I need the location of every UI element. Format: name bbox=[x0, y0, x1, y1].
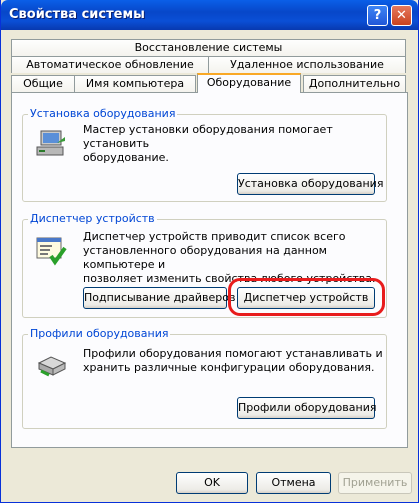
tab-row-3: Общие Имя компьютера Оборудование Дополн… bbox=[11, 73, 408, 93]
hardware-profiles-text-2: хранить различные конфигурации оборудова… bbox=[83, 361, 375, 374]
help-button[interactable]: ? bbox=[367, 5, 388, 26]
hardware-profiles-description: Профили оборудования помогают устанавлив… bbox=[83, 347, 383, 375]
system-properties-window: Свойства системы ? ✕ Восстановление сист… bbox=[0, 0, 419, 503]
group-title-hardware-wizard: Установка оборудования bbox=[28, 107, 178, 120]
device-manager-text-3: позволяет изменить свойства любого устро… bbox=[83, 272, 376, 285]
device-manager-button[interactable]: Диспетчер устройств bbox=[237, 287, 375, 309]
tab-automatic-updates[interactable]: Автоматическое обновление bbox=[11, 56, 209, 73]
ok-button[interactable]: OK bbox=[176, 472, 248, 494]
add-hardware-button[interactable]: Установка оборудования bbox=[237, 173, 383, 195]
tab-advanced[interactable]: Дополнительно bbox=[303, 75, 406, 92]
tab-remote[interactable]: Удаленное использование bbox=[208, 56, 406, 73]
window-title: Свойства системы bbox=[9, 7, 145, 22]
tab-general[interactable]: Общие bbox=[11, 75, 75, 92]
group-hardware-wizard: Установка оборудования Мастер установки … bbox=[22, 107, 387, 202]
close-button[interactable]: ✕ bbox=[391, 5, 412, 26]
tab-computer-name[interactable]: Имя компьютера bbox=[74, 75, 196, 92]
group-title-hardware-profiles: Профили оборудования bbox=[28, 327, 171, 340]
hardware-wizard-text-1: Мастер установки оборудования помогает у… bbox=[83, 123, 333, 150]
tab-system-restore[interactable]: Восстановление системы bbox=[11, 39, 406, 56]
hardware-wizard-text-2: оборудование. bbox=[83, 151, 169, 164]
hardware-profiles-icon bbox=[37, 356, 67, 377]
group-hardware-profiles: Профили оборудования Профили оборудовани… bbox=[22, 327, 387, 429]
device-manager-text-2: установленного оборудования на данном ко… bbox=[83, 244, 327, 271]
tab-row-2: Автоматическое обновление Удаленное испо… bbox=[11, 56, 408, 73]
device-manager-text-1: Диспетчер устройств приводит список всег… bbox=[83, 230, 346, 243]
driver-signing-button[interactable]: Подписывание драйверов bbox=[83, 287, 235, 309]
title-bar[interactable]: Свойства системы ? ✕ bbox=[1, 0, 418, 30]
apply-button[interactable]: Применить bbox=[338, 472, 412, 494]
hardware-profiles-text-1: Профили оборудования помогают устанавлив… bbox=[83, 347, 383, 360]
group-title-device-manager: Диспетчер устройств bbox=[28, 212, 157, 225]
device-manager-description: Диспетчер устройств приводит список всег… bbox=[83, 230, 383, 286]
tab-hardware[interactable]: Оборудование bbox=[197, 73, 301, 93]
tab-row-1: Восстановление системы bbox=[11, 39, 408, 56]
hardware-wizard-icon bbox=[36, 130, 65, 156]
hardware-profiles-button[interactable]: Профили оборудования bbox=[237, 397, 376, 419]
cancel-button[interactable]: Отмена bbox=[256, 472, 331, 494]
group-device-manager: Диспетчер устройств Диспетчер устройств … bbox=[22, 212, 387, 318]
hardware-wizard-description: Мастер установки оборудования помогает у… bbox=[83, 123, 383, 165]
close-icon: ✕ bbox=[396, 8, 407, 23]
device-manager-icon bbox=[36, 237, 67, 266]
